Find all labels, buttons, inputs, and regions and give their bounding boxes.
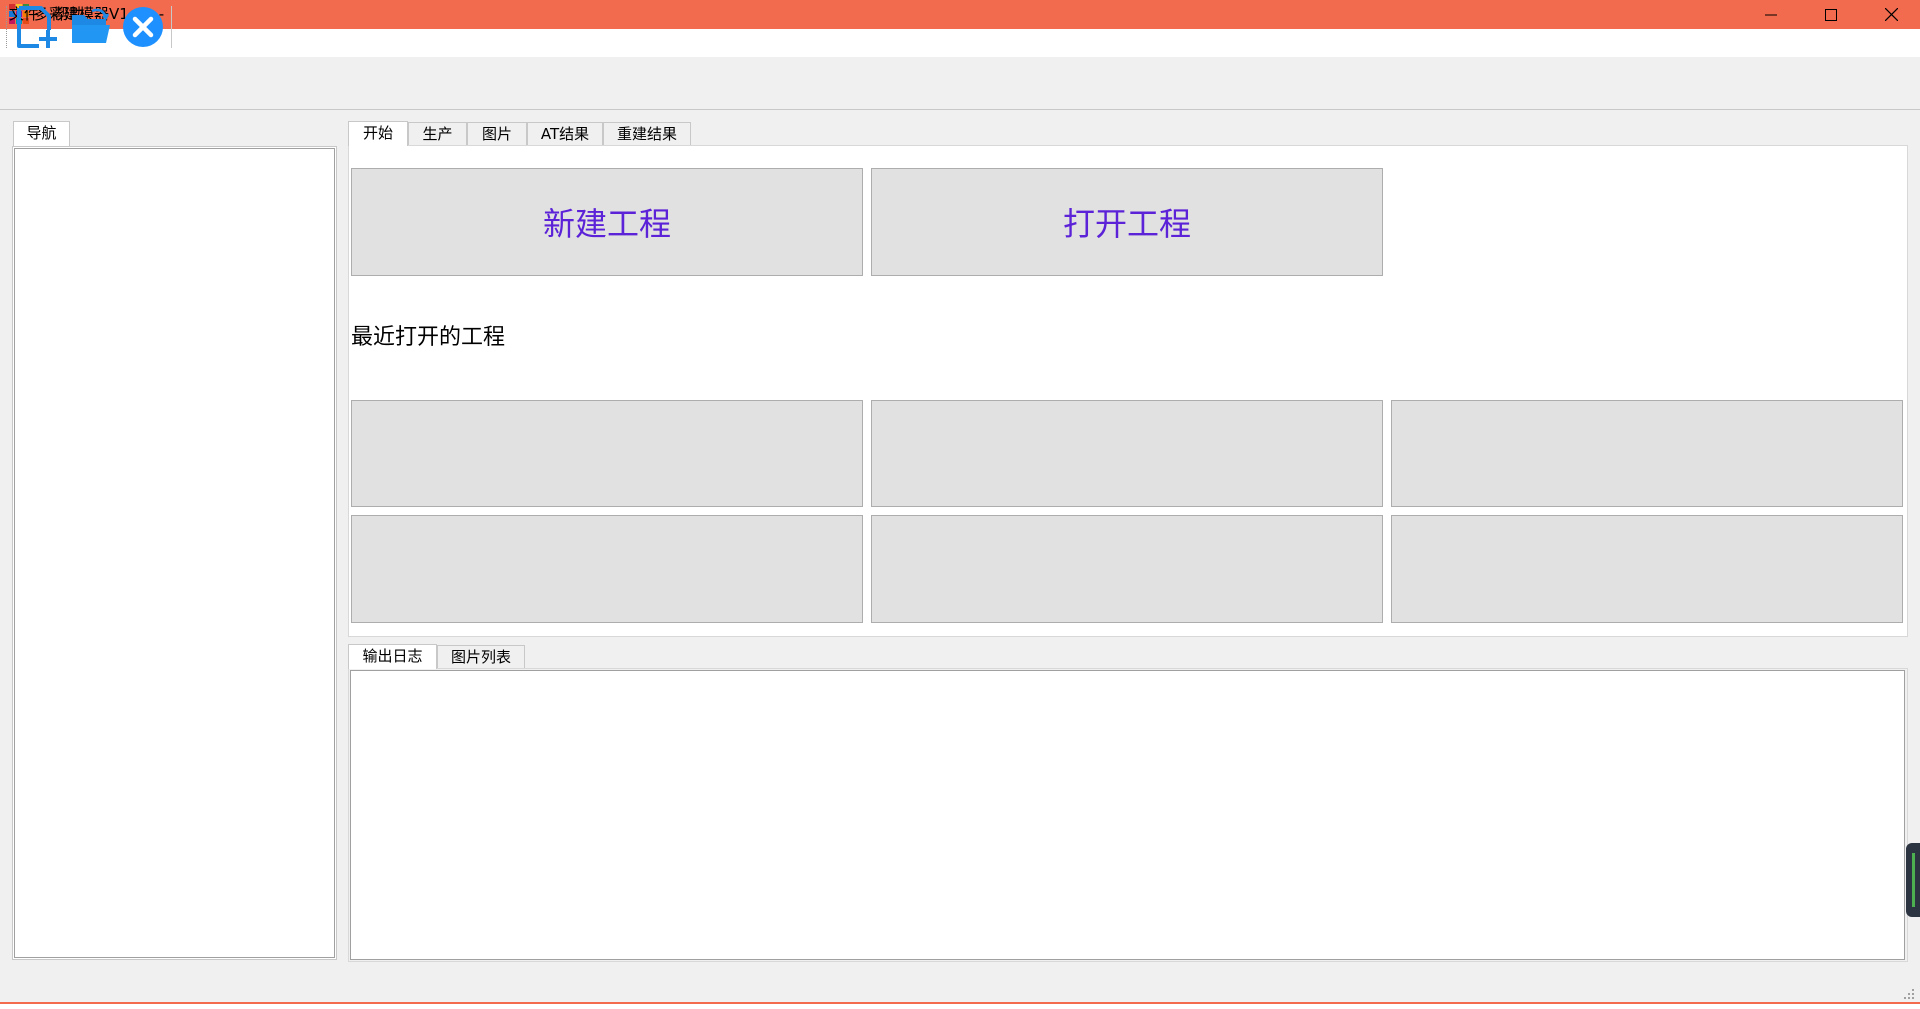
tab-navigation[interactable]: 导航 bbox=[13, 121, 70, 146]
maximize-button[interactable] bbox=[1802, 0, 1860, 29]
tab-output-log[interactable]: 输出日志 bbox=[348, 644, 437, 669]
tab-image-list[interactable]: 图片列表 bbox=[437, 645, 525, 669]
tab-reconstruction-results[interactable]: 重建结果 bbox=[603, 122, 691, 146]
new-project-button[interactable]: 新建工程 bbox=[351, 168, 863, 276]
new-file-icon bbox=[17, 6, 57, 48]
menu-bar bbox=[0, 29, 1920, 57]
tab-at-results[interactable]: AT结果 bbox=[527, 122, 603, 146]
tab-start[interactable]: 开始 bbox=[348, 121, 408, 146]
status-bar bbox=[0, 966, 1920, 1002]
close-icon bbox=[1884, 8, 1898, 21]
maximize-icon bbox=[1825, 8, 1837, 21]
recent-project-slot-4[interactable] bbox=[351, 515, 863, 623]
close-window-button[interactable] bbox=[1862, 0, 1920, 29]
close-circle-icon bbox=[123, 7, 163, 47]
open-project-toolbar-button[interactable] bbox=[68, 4, 114, 50]
tab-images[interactable]: 图片 bbox=[467, 122, 527, 146]
recent-project-slot-1[interactable] bbox=[351, 400, 863, 507]
open-project-button[interactable]: 打开工程 bbox=[871, 168, 1383, 276]
recent-project-slot-5[interactable] bbox=[871, 515, 1383, 623]
recent-project-slot-3[interactable] bbox=[1391, 400, 1903, 507]
navigation-tree[interactable] bbox=[14, 148, 335, 958]
toolbar-separator bbox=[171, 6, 172, 48]
output-log-textarea[interactable] bbox=[350, 670, 1905, 960]
toolbar-grip[interactable] bbox=[6, 6, 9, 48]
resize-grip-icon[interactable] bbox=[1903, 986, 1915, 999]
close-project-toolbar-button[interactable] bbox=[120, 4, 166, 50]
new-project-toolbar-button[interactable] bbox=[14, 4, 60, 50]
desktop-strip bbox=[0, 1004, 1920, 1009]
minimize-icon bbox=[1765, 14, 1777, 15]
recent-project-slot-6[interactable] bbox=[1391, 515, 1903, 623]
tab-production[interactable]: 生产 bbox=[408, 122, 467, 146]
title-bar bbox=[0, 0, 1920, 29]
side-widget-meter-icon bbox=[1912, 853, 1915, 907]
open-folder-icon bbox=[72, 8, 110, 43]
recent-projects-label: 最近打开的工程 bbox=[351, 325, 506, 350]
minimize-button[interactable] bbox=[1742, 0, 1800, 29]
toolbar bbox=[0, 57, 1920, 110]
recent-project-slot-2[interactable] bbox=[871, 400, 1383, 507]
